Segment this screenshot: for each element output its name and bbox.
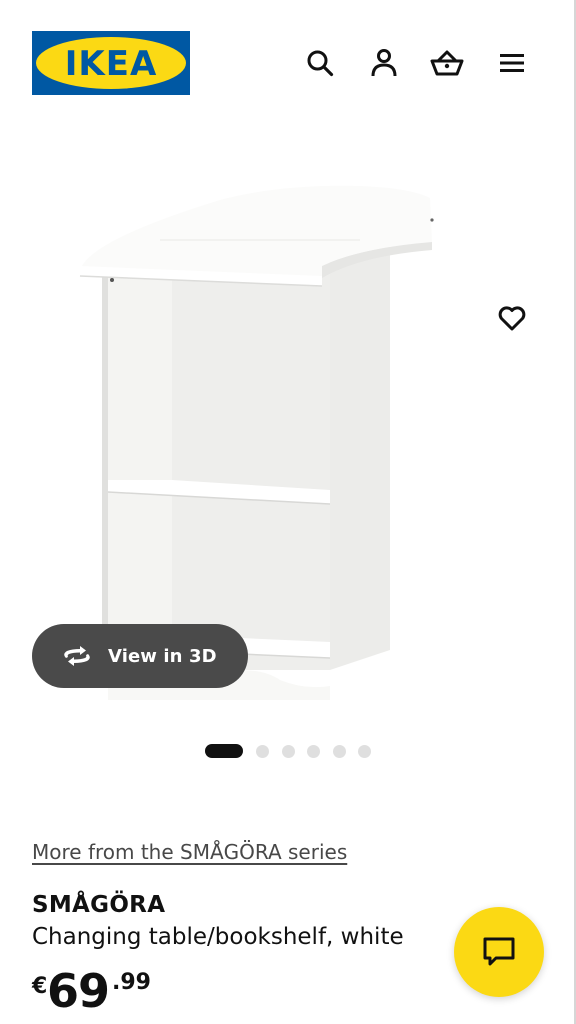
site-header: IKEA	[0, 0, 574, 110]
view-in-3d-button[interactable]: View in 3D	[32, 624, 248, 688]
pagination-dot-1[interactable]	[205, 744, 243, 758]
pagination-dot-4[interactable]	[307, 744, 321, 758]
product-description: Changing table/bookshelf, white	[32, 924, 404, 950]
rotate-3d-icon	[64, 646, 90, 666]
pagination-dot-6[interactable]	[358, 744, 372, 758]
ikea-logo[interactable]: IKEA	[32, 31, 190, 95]
pagination-dot-2[interactable]	[256, 744, 269, 758]
favorite-heart-icon[interactable]	[494, 300, 530, 336]
series-link[interactable]: More from the SMÅGÖRA series	[32, 840, 347, 864]
pagination-dot-3[interactable]	[281, 744, 295, 758]
price-currency: €	[32, 974, 48, 999]
basket-icon[interactable]	[430, 46, 464, 80]
view-in-3d-label: View in 3D	[108, 645, 217, 667]
pagination-dot-5[interactable]	[332, 744, 346, 758]
chat-bubble-icon	[483, 937, 515, 966]
gallery-pagination	[205, 744, 384, 758]
menu-icon[interactable]	[495, 46, 529, 80]
price-integer: 69	[47, 964, 110, 1018]
user-icon[interactable]	[367, 46, 401, 80]
search-icon[interactable]	[303, 46, 337, 80]
price-decimal: .99	[112, 970, 151, 995]
product-name: SMÅGÖRA	[32, 892, 166, 918]
logo-text: IKEA	[65, 44, 158, 84]
chat-button[interactable]	[454, 907, 544, 997]
